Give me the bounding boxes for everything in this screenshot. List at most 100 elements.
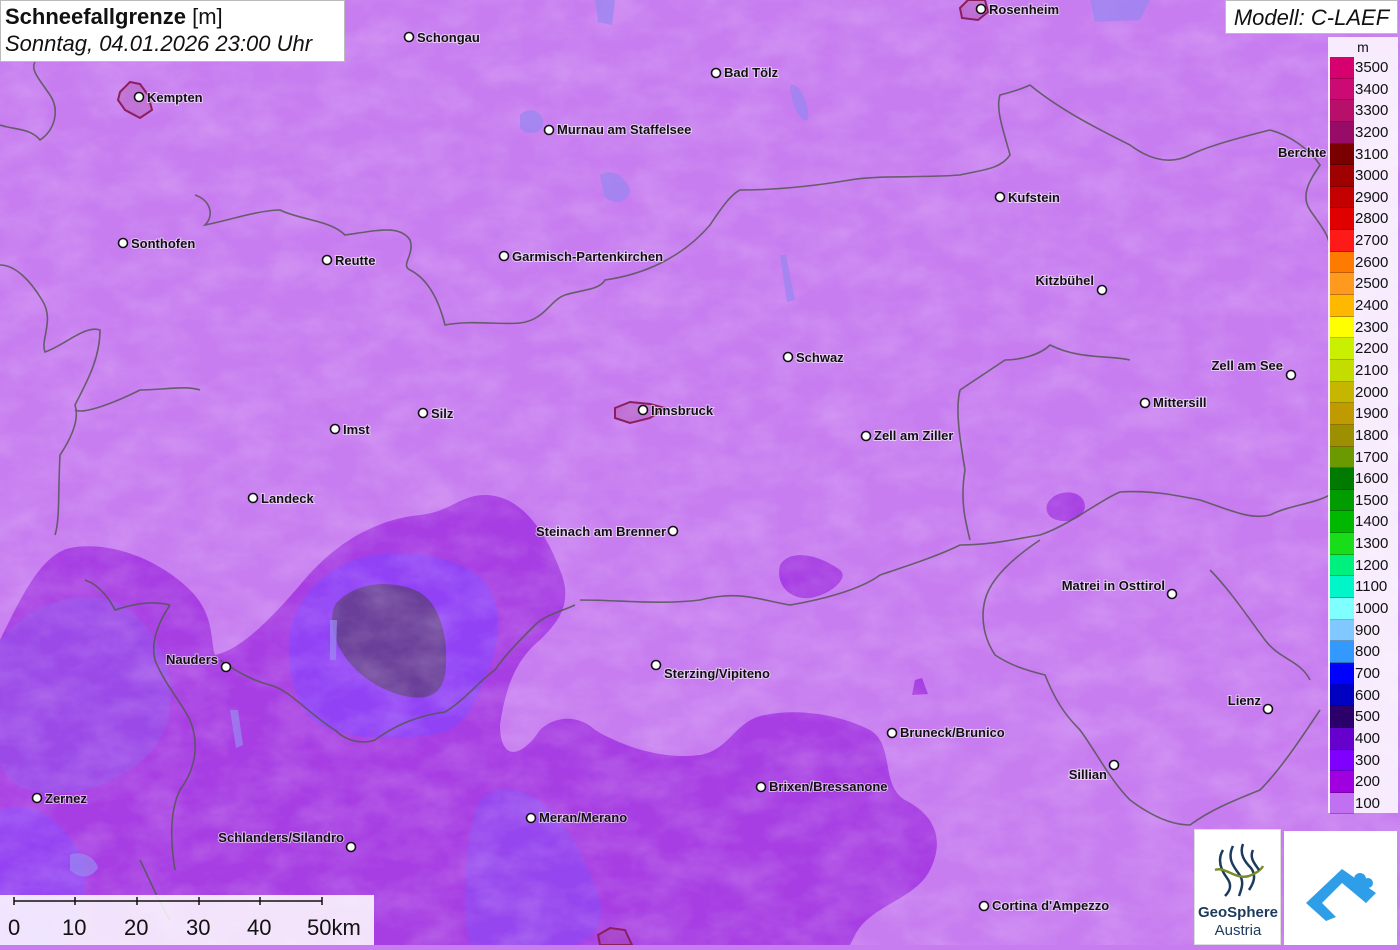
- legend-label: 2800: [1355, 210, 1389, 228]
- legend-label: 1300: [1355, 535, 1389, 553]
- city-label-murnau: Murnau am Staffelsee: [557, 122, 691, 137]
- city-label-mittersill: Mittersill: [1153, 395, 1206, 410]
- legend-item: 800: [1328, 641, 1398, 663]
- legend-swatch: [1330, 165, 1354, 187]
- legend-label: 3000: [1355, 167, 1389, 185]
- city-label-bruneck: Bruneck/Brunico: [900, 725, 1005, 740]
- legend-item: 2000: [1328, 381, 1398, 404]
- city-label-garmisch: Garmisch-Partenkirchen: [512, 249, 663, 264]
- snowfall-line-map[interactable]: Rosenheim Schongau Kempten Bad Tölz Murn…: [0, 0, 1400, 945]
- city-label-rosenheim: Rosenheim: [989, 2, 1059, 17]
- legend-label: 200: [1355, 773, 1381, 791]
- legend-item: 3500: [1328, 57, 1398, 79]
- legend-swatch: [1330, 143, 1354, 166]
- legend-swatch: [1330, 78, 1354, 101]
- legend-item: 2300: [1328, 316, 1398, 339]
- city-cortina[interactable]: Cortina d'Ampezzo: [978, 897, 1110, 914]
- legend-label: 2000: [1355, 383, 1389, 401]
- legend-swatch: [1330, 403, 1354, 425]
- city-label-matrei: Matrei in Osttirol: [1062, 578, 1165, 593]
- legend-unit: m: [1357, 39, 1369, 55]
- legend-label: 100: [1355, 794, 1381, 812]
- legend-item: 1900: [1328, 403, 1398, 425]
- legend-label: 900: [1355, 621, 1381, 639]
- legend-item: 3200: [1328, 121, 1398, 144]
- legend-label: 2200: [1355, 340, 1389, 358]
- city-label-kempten: Kempten: [147, 90, 203, 105]
- geosphere-logo[interactable]: GeoSphere Austria: [1194, 829, 1281, 945]
- legend-label: 1800: [1355, 426, 1389, 444]
- legend-swatch: [1330, 533, 1354, 555]
- legend-item: 2400: [1328, 295, 1398, 317]
- city-bruneck[interactable]: Bruneck/Brunico: [886, 724, 1006, 741]
- city-murnau[interactable]: Murnau am Staffelsee: [543, 121, 692, 138]
- legend-item: 2900: [1328, 186, 1398, 209]
- legend-item: 1300: [1328, 533, 1398, 555]
- legend-items: 3500 3400 3300 3200 3100 3000 2900 2800 2700 2600…: [1328, 57, 1398, 815]
- legend-label: 800: [1355, 643, 1381, 661]
- legend-item: 2200: [1328, 338, 1398, 360]
- legend-label: 2700: [1355, 232, 1389, 250]
- legend-label: 1700: [1355, 448, 1389, 466]
- title-unit: [m]: [192, 4, 223, 29]
- legend-swatch: [1330, 295, 1354, 317]
- legend-item: 2100: [1328, 359, 1398, 382]
- city-garmisch[interactable]: Garmisch-Partenkirchen: [498, 248, 664, 265]
- legend-label: 3400: [1355, 80, 1389, 98]
- city-meran[interactable]: Meran/Merano: [525, 809, 628, 826]
- legend-item: 1200: [1328, 554, 1398, 577]
- scale-bar-ruler: [13, 897, 323, 905]
- city-steinach[interactable]: Steinach am Brenner: [535, 523, 679, 540]
- app-logo[interactable]: [1284, 831, 1397, 945]
- city-label-imst: Imst: [343, 422, 370, 437]
- geosphere-name: GeoSphere: [1197, 904, 1279, 921]
- city-zell-am-ziller[interactable]: Zell am Ziller: [860, 427, 954, 444]
- city-rosenheim[interactable]: Rosenheim: [975, 1, 1060, 18]
- city-brixen[interactable]: Brixen/Bressanone: [755, 778, 889, 795]
- city-berchtesgaden[interactable]: Berchte: [1277, 144, 1327, 161]
- legend-item: 200: [1328, 771, 1398, 793]
- legend-swatch: [1330, 792, 1354, 815]
- city-label-zell-am-see: Zell am See: [1211, 358, 1283, 373]
- legend-swatch: [1330, 749, 1354, 772]
- scale-label-40: 40: [247, 915, 272, 940]
- legend-swatch: [1330, 57, 1354, 79]
- legend-label: 1000: [1355, 600, 1389, 618]
- city-sonthofen[interactable]: Sonthofen: [117, 235, 196, 252]
- legend-label: 2100: [1355, 361, 1389, 379]
- legend-item: 700: [1328, 662, 1398, 685]
- legend-swatch: [1330, 121, 1354, 144]
- legend-swatch: [1330, 619, 1354, 642]
- legend-swatch: [1330, 316, 1354, 339]
- city-label-innsbruck: Innsbruck: [651, 403, 714, 418]
- city-label-bad-toelz: Bad Tölz: [724, 65, 779, 80]
- city-label-brixen: Brixen/Bressanone: [769, 779, 888, 794]
- legend-label: 2400: [1355, 297, 1389, 315]
- legend-item: 3100: [1328, 143, 1398, 166]
- page-title: Schneefallgrenze: [5, 4, 186, 29]
- legend-item: 1600: [1328, 468, 1398, 490]
- city-label-schlanders: Schlanders/Silandro: [218, 830, 344, 845]
- legend-label: 2300: [1355, 318, 1389, 336]
- legend-item: 1500: [1328, 489, 1398, 512]
- legend-swatch: [1330, 641, 1354, 663]
- legend-swatch: [1330, 230, 1354, 252]
- city-label-kufstein: Kufstein: [1008, 190, 1060, 205]
- legend-swatch: [1330, 208, 1354, 231]
- legend-label: 600: [1355, 686, 1381, 704]
- legend-item: 2700: [1328, 230, 1398, 252]
- legend-item: 2600: [1328, 251, 1398, 274]
- legend-swatch: [1330, 489, 1354, 512]
- legend-swatch: [1330, 100, 1354, 122]
- legend-swatch: [1330, 554, 1354, 577]
- legend-item: 600: [1328, 684, 1398, 707]
- city-label-cortina: Cortina d'Ampezzo: [992, 898, 1109, 913]
- legend-item: 3000: [1328, 165, 1398, 187]
- legend-swatch: [1330, 273, 1354, 296]
- city-label-sterzing: Sterzing/Vipiteno: [664, 666, 770, 681]
- legend-item: 400: [1328, 727, 1398, 750]
- legend-label: 500: [1355, 708, 1381, 726]
- legend-label: 2600: [1355, 253, 1389, 271]
- legend-label: 1400: [1355, 513, 1389, 531]
- scale-label-30: 30: [186, 915, 211, 940]
